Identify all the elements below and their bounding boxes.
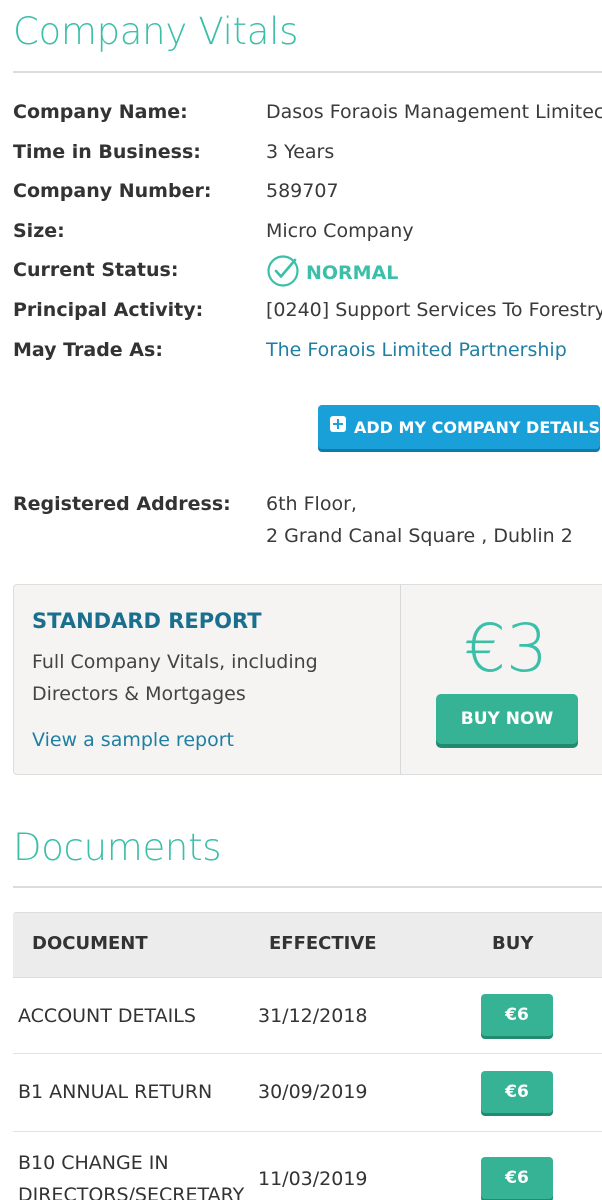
document-effective-date: 30/09/2019 [258, 1081, 368, 1103]
company-name-label: Company Name: [13, 101, 188, 123]
section-divider [13, 886, 602, 888]
current-status-label: Current Status: [13, 259, 179, 281]
company-number-label: Company Number: [13, 180, 212, 202]
principal-activity-value: [0240] Support Services To Forestry [266, 299, 602, 321]
report-price: €3 [464, 610, 548, 687]
buy-document-button[interactable]: €6 [481, 1157, 553, 1199]
row-divider [13, 1131, 602, 1132]
column-header-buy: BUY [492, 933, 534, 954]
company-vitals-title: Company Vitals [13, 10, 299, 53]
row-divider [13, 1053, 602, 1054]
view-sample-report-link[interactable]: View a sample report [32, 729, 234, 751]
document-effective-date: 31/12/2018 [258, 1005, 368, 1027]
company-name-value: Dasos Foraois Management Limitec [266, 101, 602, 123]
column-header-document: DOCUMENT [32, 933, 148, 954]
document-name: ACCOUNT DETAILS [18, 1005, 196, 1027]
principal-activity-label: Principal Activity: [13, 299, 204, 321]
document-name-line-1: B10 CHANGE IN [18, 1152, 169, 1174]
document-name: B1 ANNUAL RETURN [18, 1081, 213, 1103]
trade-name-link[interactable]: The Foraois Limited Partnership [266, 339, 567, 361]
time-in-business-value: 3 Years [266, 141, 335, 163]
section-divider [13, 71, 602, 73]
add-company-details-button[interactable]: ADD MY COMPANY DETAILS [318, 405, 600, 449]
report-description-line-2: Directors & Mortgages [32, 683, 246, 705]
address-line-1: 6th Floor, [266, 493, 357, 515]
buy-now-button[interactable]: BUY NOW [436, 694, 578, 744]
status-badge: NORMAL [266, 254, 399, 292]
may-trade-as-label: May Trade As: [13, 339, 163, 361]
standard-report-title: STANDARD REPORT [32, 609, 262, 633]
registered-address-label: Registered Address: [13, 493, 231, 515]
column-header-effective: EFFECTIVE [269, 933, 377, 954]
plus-square-icon [330, 416, 346, 432]
report-description-line-1: Full Company Vitals, including [32, 651, 318, 673]
buy-document-button[interactable]: €6 [481, 994, 553, 1036]
buy-document-button[interactable]: €6 [481, 1071, 553, 1113]
address-line-2: 2 Grand Canal Square , Dublin 2 [266, 525, 573, 547]
time-in-business-label: Time in Business: [13, 141, 201, 163]
size-value: Micro Company [266, 220, 414, 242]
add-company-details-label: ADD MY COMPANY DETAILS [354, 417, 600, 437]
document-name-line-2: DIRECTORS/SECRETARY [18, 1184, 245, 1200]
size-label: Size: [13, 220, 65, 242]
documents-title: Documents [13, 826, 222, 869]
check-circle-icon [266, 254, 300, 292]
status-value: NORMAL [306, 262, 399, 284]
document-effective-date: 11/03/2019 [258, 1168, 368, 1190]
company-number-value: 589707 [266, 180, 339, 202]
